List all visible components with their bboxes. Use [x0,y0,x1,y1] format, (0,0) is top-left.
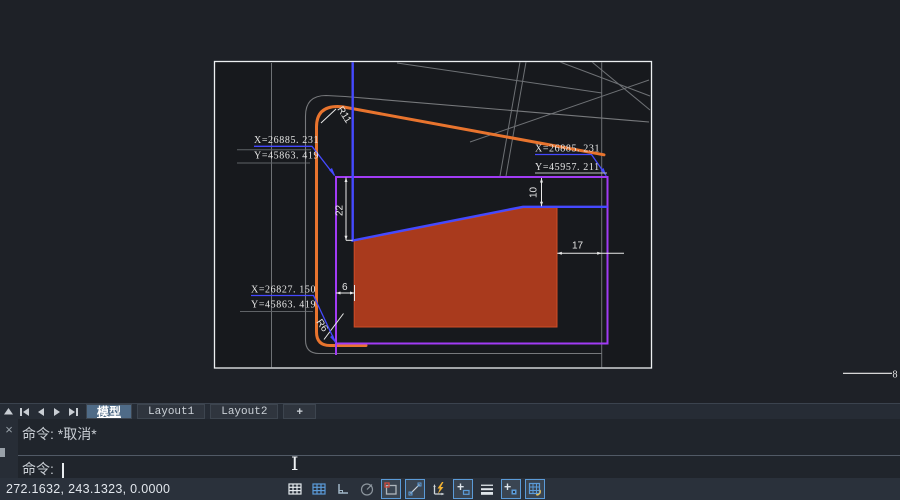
text-caret [62,463,64,478]
grid-display-icon[interactable] [285,479,305,499]
close-icon[interactable]: × [2,423,16,437]
coordinates-readout: 272.1632, 243.1323, 0.0000 [6,482,170,496]
command-history-line: 命令: *取消* [22,424,97,444]
layout-tab-bar: 模型 Layout1 Layout2 + [0,403,900,419]
coord-label-tl-x[interactable]: X=26885. 231 [254,135,319,146]
tab-nav-group [0,404,81,419]
menu-up-icon[interactable] [2,406,15,418]
dim-text-10[interactable]: 10 [529,186,540,198]
command-panel: × 命令: *取消* 命令: [0,419,900,478]
status-toggle-group [285,478,545,500]
tab-add[interactable]: + [283,404,315,419]
coord-label-tr-y[interactable]: Y=45957. 211 [535,162,600,173]
object-snap-tracking-icon[interactable] [405,479,425,499]
tab-layout1[interactable]: Layout1 [137,404,205,419]
polar-tracking-icon[interactable] [357,479,377,499]
command-prompt-label: 命令: [22,461,54,477]
dim-text-17[interactable]: 17 [572,241,584,252]
ibeam-cursor: I [291,453,299,475]
external-dim-text[interactable]: 8 [893,370,899,381]
coord-label-tr-x[interactable]: X=26885. 231 [535,144,600,155]
command-panel-strip: × [0,419,18,478]
lineweight-icon[interactable] [477,479,497,499]
coord-label-tl-y[interactable]: Y=45863. 419 [254,151,319,162]
status-bar: 272.1632, 243.1323, 0.0000 [0,478,900,500]
last-tab-icon[interactable] [66,406,79,418]
command-separator [18,455,900,456]
dynamic-ucs-icon[interactable] [429,479,449,499]
coord-label-bl-y[interactable]: Y=45863. 419 [251,300,316,311]
annotation-monitor-icon[interactable] [525,479,545,499]
next-tab-icon[interactable] [50,406,63,418]
tab-model[interactable]: 模型 [86,404,132,419]
previous-tab-icon[interactable] [34,406,47,418]
dynamic-input-icon[interactable] [453,479,473,499]
resize-grip[interactable] [0,448,5,457]
command-input[interactable]: 命令: [22,459,64,479]
ortho-mode-icon[interactable] [333,479,353,499]
object-snap-icon[interactable] [381,479,401,499]
dim-text-22[interactable]: 22 [335,204,346,216]
dim-text-6[interactable]: 6 [342,282,348,293]
quick-properties-icon[interactable] [501,479,521,499]
snap-mode-icon[interactable] [309,479,329,499]
first-tab-icon[interactable] [18,406,31,418]
coord-label-bl-x[interactable]: X=26827. 150 [251,285,316,296]
tab-layout2[interactable]: Layout2 [210,404,278,419]
